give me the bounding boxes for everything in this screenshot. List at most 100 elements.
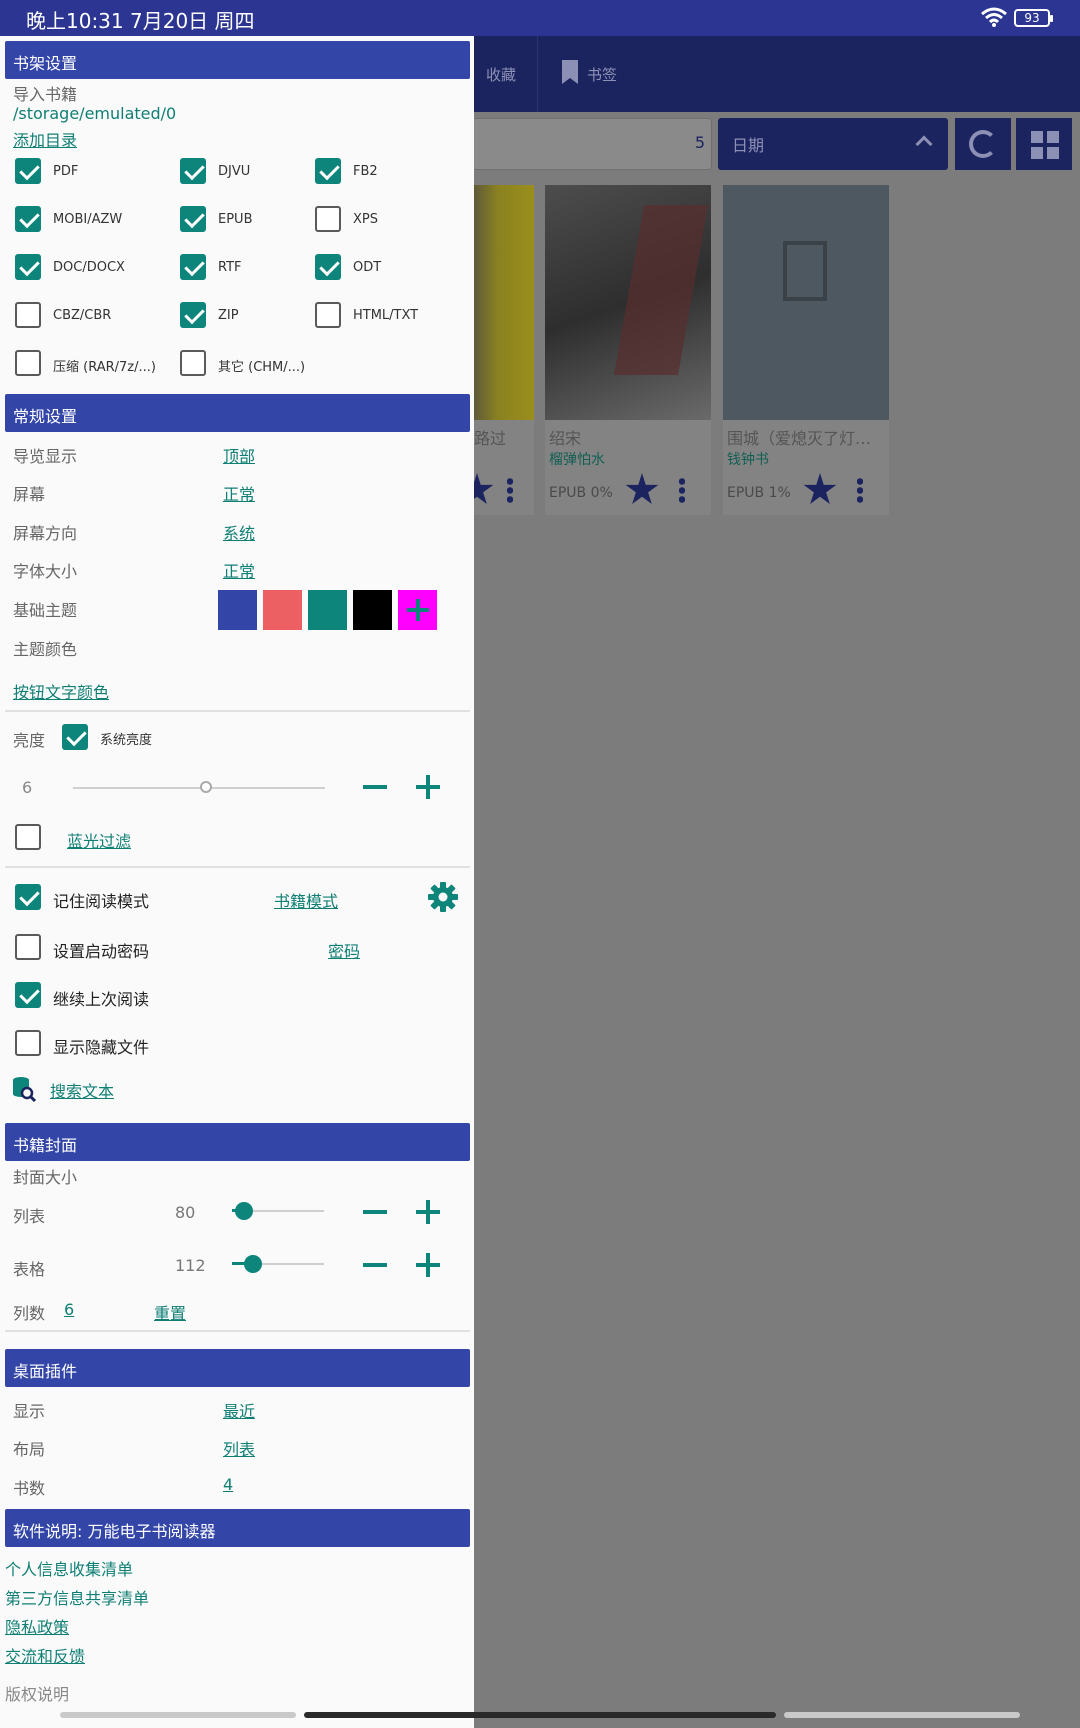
theme-color-swatch-blue[interactable]: [218, 590, 257, 630]
more-vert-icon[interactable]: [679, 477, 685, 503]
remember-mode-checkbox[interactable]: [15, 884, 41, 910]
settings-content: 书架设置 导入书籍 /storage/emulated/0 添加目录 PDF DJ…: [0, 0, 474, 1704]
brightness-decrease-button[interactable]: [363, 785, 387, 789]
sort-dropdown[interactable]: 日期: [718, 118, 948, 170]
section-cover-header: 书籍封面: [5, 1123, 470, 1161]
section-shelf-header: 书架设置: [5, 41, 470, 79]
general-setting-value-link[interactable]: 正常: [223, 558, 255, 582]
gear-icon[interactable]: [428, 882, 458, 912]
cover-grid-increase-button[interactable]: [416, 1253, 440, 1277]
system-brightness-checkbox[interactable]: [62, 724, 88, 750]
section-about-header: 软件说明: 万能电子书阅读器: [5, 1509, 470, 1547]
general-setting-value-link[interactable]: 正常: [223, 481, 255, 505]
brightness-slider-thumb[interactable]: [200, 781, 212, 793]
cover-grid-decrease-button[interactable]: [363, 1263, 387, 1267]
storage-path[interactable]: /storage/emulated/0: [13, 104, 176, 123]
section-widget-header: 桌面插件: [5, 1349, 470, 1387]
section-general-header: 常规设置: [5, 394, 470, 432]
cover-art: [783, 241, 827, 301]
search-result-count: 5: [694, 133, 705, 152]
divider: [5, 866, 470, 868]
star-icon[interactable]: [803, 473, 837, 504]
cover-grid-value: 112: [175, 1256, 206, 1275]
format-checkbox-zip[interactable]: [180, 302, 206, 328]
format-checkbox-doc-docx[interactable]: [15, 254, 41, 280]
star-icon[interactable]: [625, 473, 659, 504]
format-checkbox-rtf[interactable]: [180, 254, 206, 280]
about-link[interactable]: 第三方信息共享清单: [5, 1585, 149, 1609]
book-card[interactable]: 围城（爱熄灭了灯… 钱钟书 EPUB 1%: [723, 185, 889, 515]
format-checkbox-pdf[interactable]: [15, 158, 41, 184]
format-checkbox-xps[interactable]: [315, 206, 341, 232]
cover-list-decrease-button[interactable]: [363, 1210, 387, 1214]
tab-favorites[interactable]: 收藏: [486, 64, 516, 85]
theme-color-label: 主题颜色: [13, 640, 78, 659]
general-setting-label: 屏幕: [13, 485, 46, 504]
about-link[interactable]: 隐私政策: [5, 1614, 69, 1638]
format-label-fb2: FB2: [353, 164, 378, 179]
cover-grid-slider-thumb[interactable]: [244, 1255, 262, 1273]
format-checkbox-fb2[interactable]: [315, 158, 341, 184]
brightness-slider[interactable]: [73, 787, 325, 789]
format-checkbox-djvu[interactable]: [180, 158, 206, 184]
columns-value-link[interactable]: 6: [64, 1300, 74, 1319]
theme-color-swatch-black[interactable]: [353, 590, 392, 630]
reset-link[interactable]: 重置: [154, 1300, 186, 1324]
refresh-button[interactable]: [955, 118, 1011, 170]
book-card[interactable]: 路过: [460, 185, 534, 515]
format-checkbox-odt[interactable]: [315, 254, 341, 280]
startup-password-checkbox[interactable]: [15, 934, 41, 960]
widget-setting-value-link[interactable]: 4: [223, 1475, 233, 1494]
tab-bookmarks[interactable]: 书签: [587, 64, 617, 85]
brightness-increase-button[interactable]: [416, 775, 440, 799]
bluelight-filter-checkbox[interactable]: [15, 824, 41, 850]
button-text-color-link[interactable]: 按钮文字颜色: [13, 679, 109, 703]
general-setting-value-link[interactable]: 顶部: [223, 443, 255, 467]
more-vert-icon[interactable]: [507, 477, 513, 503]
custom-color-add-button[interactable]: [398, 590, 437, 630]
theme-color-swatch-red[interactable]: [263, 590, 302, 630]
general-setting-label: 导览显示: [13, 447, 78, 466]
widget-setting-value-link[interactable]: 最近: [223, 1398, 255, 1422]
format-checkbox-cbz-cbr[interactable]: [15, 302, 41, 328]
format-checkbox-rar-7z[interactable]: [15, 350, 41, 376]
theme-color-swatch-teal[interactable]: [308, 590, 347, 630]
startup-password-label: 设置启动密码: [53, 942, 150, 961]
general-setting-label: 基础主题: [13, 601, 78, 620]
cover-art: [614, 205, 708, 375]
cover-list-increase-button[interactable]: [416, 1200, 440, 1224]
more-vert-icon[interactable]: [857, 477, 863, 503]
brightness-label: 亮度: [13, 731, 46, 750]
format-label-html-txt: HTML/TXT: [353, 308, 419, 323]
bluelight-filter-link[interactable]: 蓝光过滤: [67, 828, 131, 852]
general-setting-value-link[interactable]: 系统: [223, 520, 255, 544]
home-indicator[interactable]: [304, 1712, 776, 1718]
format-label-zip: ZIP: [218, 308, 239, 323]
book-card[interactable]: 绍宋 榴弹怕水 EPUB 0%: [545, 185, 711, 515]
continue-reading-checkbox[interactable]: [15, 982, 41, 1008]
grid-view-button[interactable]: [1016, 118, 1072, 170]
book-mode-link[interactable]: 书籍模式: [274, 888, 338, 912]
format-checkbox-epub[interactable]: [180, 206, 206, 232]
format-label-epub: EPUB: [218, 212, 253, 227]
library-search-input[interactable]: 5: [440, 118, 712, 170]
copyright-label[interactable]: 版权说明: [5, 1681, 69, 1705]
show-hidden-checkbox[interactable]: [15, 1030, 41, 1056]
format-checkbox-mobi-azw[interactable]: [15, 206, 41, 232]
system-brightness-label: 系统亮度: [100, 733, 153, 748]
cover-size-label: 封面大小: [13, 1168, 78, 1187]
book-author: 榴弹怕水: [549, 452, 605, 468]
about-link[interactable]: 交流和反馈: [5, 1643, 85, 1667]
password-link[interactable]: 密码: [328, 938, 360, 962]
search-database-icon[interactable]: [12, 1076, 36, 1102]
format-checkbox-chm[interactable]: [180, 350, 206, 376]
about-link[interactable]: 个人信息收集清单: [5, 1556, 133, 1580]
format-checkbox-html-txt[interactable]: [315, 302, 341, 328]
widget-setting-label: 显示: [13, 1402, 46, 1421]
grid-icon: [1031, 131, 1059, 159]
widget-setting-value-link[interactable]: 列表: [223, 1436, 255, 1460]
cover-list-slider-thumb[interactable]: [235, 1202, 253, 1220]
add-directory-link[interactable]: 添加目录: [13, 127, 77, 151]
show-hidden-label: 显示隐藏文件: [53, 1038, 150, 1057]
search-text-link[interactable]: 搜索文本: [50, 1078, 114, 1102]
